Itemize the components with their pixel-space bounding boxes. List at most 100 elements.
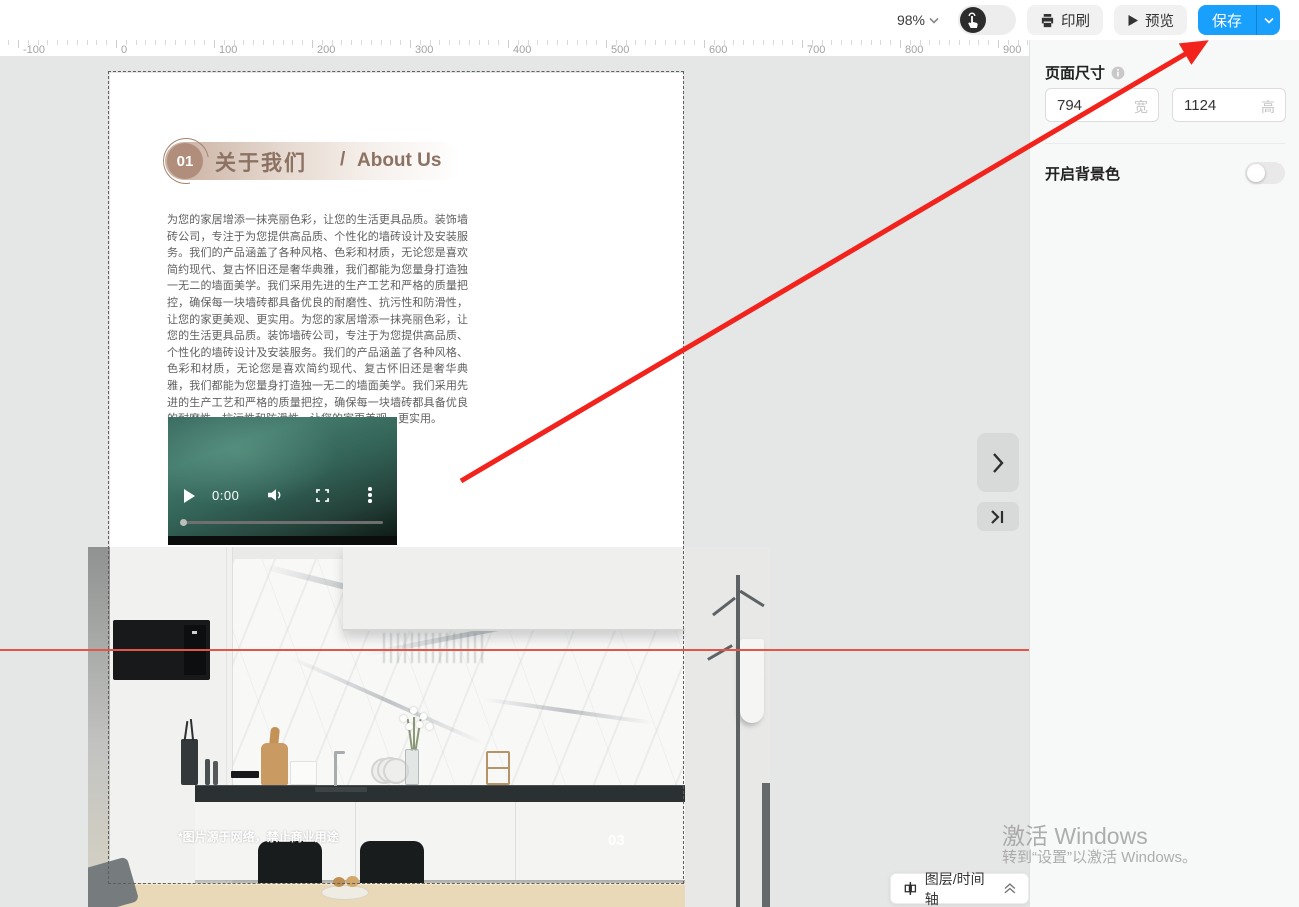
ruler-tick — [243, 40, 244, 45]
touch-gesture-icon — [960, 7, 986, 33]
page-width-input[interactable] — [1046, 89, 1116, 121]
editor-app: 98% 印刷 预览 保存 -10001002003004005006007008… — [0, 0, 1299, 907]
skip-to-end-icon — [989, 510, 1007, 524]
section-title-block[interactable]: 01 关于我们 / About Us — [165, 142, 465, 180]
background-color-toggle[interactable] — [1245, 162, 1285, 184]
ruler-tick — [8, 40, 9, 45]
ruler-tick — [67, 40, 68, 45]
save-options-button[interactable] — [1256, 5, 1280, 35]
red-guide-line — [0, 649, 1029, 651]
ruler-label: 200 — [317, 44, 335, 56]
horizontal-ruler: -1000100200300400500600700800900 — [0, 40, 1029, 57]
image-source-caption[interactable]: *图片源于网络，禁止商业用途 — [178, 828, 339, 845]
ruler-tick — [38, 40, 39, 45]
ruler-tick — [459, 40, 460, 45]
photo-knife-block — [181, 739, 198, 785]
body-paragraph[interactable]: 为您的家居增添一抹亮丽色彩，让您的生活更具品质。装饰墙砖公司，专注于为您提供高品… — [167, 212, 468, 428]
ruler-tick — [126, 40, 127, 45]
ruler-label: 400 — [513, 44, 531, 56]
ruler-tick — [567, 40, 568, 45]
info-icon[interactable] — [1111, 66, 1125, 80]
video-player[interactable]: 0:00 — [168, 417, 397, 545]
photo-power-strip — [231, 771, 259, 778]
ruler-tick — [361, 40, 362, 45]
photo-faucet — [334, 753, 337, 786]
ruler-tick — [851, 40, 852, 45]
ruler-tick — [929, 40, 930, 45]
ruler-tick — [969, 40, 970, 45]
ruler-tick — [302, 40, 303, 45]
hand-mode-toggle[interactable] — [958, 5, 1016, 35]
ruler-tick — [116, 40, 117, 48]
layers-timeline-button[interactable]: 图层/时间轴 — [890, 873, 1029, 904]
ruler-tick — [920, 40, 921, 45]
zoom-level-value: 98% — [897, 12, 925, 28]
ruler-tick — [880, 40, 881, 45]
ruler-tick — [87, 40, 88, 45]
ruler-tick — [635, 40, 636, 45]
print-button[interactable]: 印刷 — [1027, 5, 1103, 35]
ruler-tick — [988, 40, 989, 45]
ruler-tick — [283, 40, 284, 45]
ruler-label: 300 — [415, 44, 433, 56]
ruler-tick — [802, 40, 803, 48]
height-suffix-label: 高 — [1261, 97, 1275, 117]
page-height-input[interactable] — [1173, 89, 1243, 121]
ruler-tick — [724, 40, 725, 45]
ruler-tick — [841, 40, 842, 45]
page-height-field: 高 — [1172, 88, 1286, 122]
ruler-label: 500 — [611, 44, 629, 56]
video-play-button[interactable] — [184, 489, 195, 503]
section-number-ring — [154, 129, 218, 193]
ruler-label: 600 — [709, 44, 727, 56]
photo-hanging-cloth — [740, 639, 764, 723]
photo-bread — [333, 877, 345, 887]
ruler-tick — [253, 40, 254, 45]
last-page-button[interactable] — [977, 502, 1019, 531]
ruler-tick — [224, 40, 225, 45]
preview-button-label: 预览 — [1145, 10, 1174, 31]
preview-button[interactable]: 预览 — [1114, 5, 1187, 35]
ruler-tick — [812, 40, 813, 45]
next-page-button[interactable] — [977, 433, 1019, 492]
background-toggle-label: 开启背景色 — [1045, 163, 1120, 184]
video-more-options-icon[interactable] — [368, 487, 372, 503]
ruler-tick — [949, 40, 950, 45]
ruler-tick — [430, 40, 431, 45]
save-split-button: 保存 — [1198, 5, 1280, 35]
ruler-tick — [616, 40, 617, 45]
printer-icon — [1040, 13, 1055, 28]
ruler-tick — [292, 40, 293, 45]
fullscreen-icon[interactable] — [316, 489, 329, 507]
photo-flower — [400, 715, 407, 722]
zoom-level-dropdown[interactable]: 98% — [897, 12, 939, 28]
ruler-tick — [557, 40, 558, 45]
ruler-tick — [714, 40, 715, 45]
ruler-tick — [400, 40, 401, 45]
ruler-tick — [390, 40, 391, 45]
canvas-workspace[interactable]: 01 关于我们 / About Us 为您的家居增添一抹亮丽色彩，让您的生活更具… — [0, 57, 1029, 907]
save-button[interactable]: 保存 — [1198, 5, 1256, 35]
ruler-tick — [165, 40, 166, 45]
ruler-tick — [528, 40, 529, 45]
photo-rack-leg — [762, 783, 770, 907]
ruler-tick — [1018, 40, 1019, 45]
chevron-down-icon — [929, 17, 939, 24]
ruler-tick — [194, 40, 195, 45]
photo-flower — [420, 713, 427, 720]
ruler-label: 100 — [219, 44, 237, 56]
page-number[interactable]: 03 — [608, 832, 625, 849]
marble-vein — [291, 656, 484, 745]
ruler-tick — [831, 40, 832, 45]
ruler-tick — [1008, 40, 1009, 45]
volume-icon[interactable] — [268, 488, 284, 507]
photo-countertop — [195, 785, 685, 802]
video-progress-bar[interactable] — [182, 521, 383, 524]
video-time: 0:00 — [212, 488, 239, 503]
ruler-tick — [694, 40, 695, 45]
video-progress-handle[interactable] — [180, 519, 187, 526]
kitchen-photo[interactable]: *图片源于网络，禁止商业用途 03 — [88, 547, 770, 907]
photo-bread — [346, 876, 359, 887]
photo-upper-cabinet — [343, 547, 685, 631]
photo-wall-edge — [88, 547, 110, 907]
